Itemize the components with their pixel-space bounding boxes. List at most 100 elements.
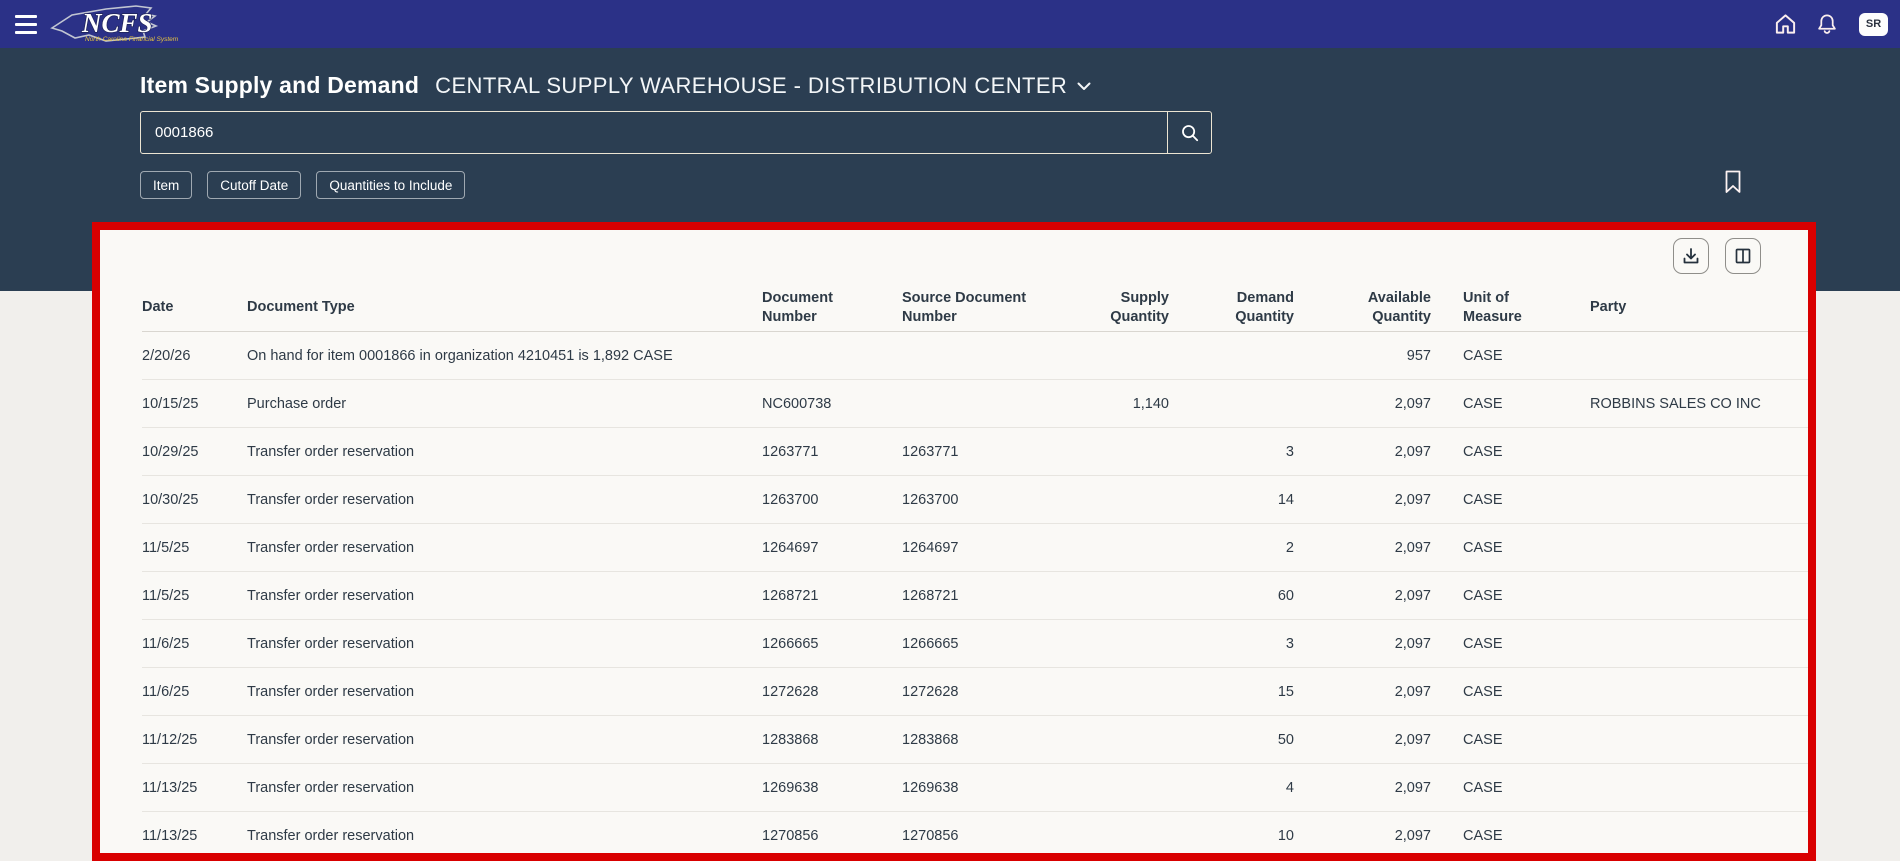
cell-document-number: 1269638 [762,780,902,796]
cell-date: 11/5/25 [142,540,247,556]
cell-available-quantity: 2,097 [1302,444,1439,460]
cell-available-quantity: 2,097 [1302,636,1439,652]
table-row[interactable]: 11/5/25 Transfer order reservation 12646… [142,524,1808,572]
cell-demand-quantity: 3 [1177,444,1302,460]
cell-source-document-number: 1263771 [902,444,1077,460]
download-icon [1681,246,1701,266]
cell-demand-quantity: 50 [1177,732,1302,748]
cell-source-document-number: 1268721 [902,588,1077,604]
org-name: CENTRAL SUPPLY WAREHOUSE - DISTRIBUTION … [435,73,1067,99]
table-row[interactable]: 10/29/25 Transfer order reservation 1263… [142,428,1808,476]
cell-available-quantity: 957 [1302,348,1439,364]
cell-document-type: Purchase order [247,396,762,412]
menu-button[interactable] [10,7,44,41]
search-box [140,111,1212,154]
cell-date: 11/12/25 [142,732,247,748]
cell-available-quantity: 2,097 [1302,684,1439,700]
home-button[interactable] [1767,6,1803,42]
cell-demand-quantity: 10 [1177,828,1302,844]
col-header-demand-quantity[interactable]: Demand Quantity [1177,289,1302,326]
table-row[interactable]: 11/6/25 Transfer order reservation 12666… [142,620,1808,668]
table-row[interactable]: 2/20/26 On hand for item 0001866 in orga… [142,332,1808,380]
cell-unit-of-measure: CASE [1439,348,1579,364]
cell-demand-quantity: 3 [1177,636,1302,652]
cell-unit-of-measure: CASE [1439,492,1579,508]
col-header-available-quantity[interactable]: Available Quantity [1302,289,1439,326]
col-header-party[interactable]: Party [1579,298,1808,317]
filter-cutoff-date[interactable]: Cutoff Date [207,171,301,199]
table-row[interactable]: 11/13/25 Transfer order reservation 1270… [142,812,1808,860]
cell-unit-of-measure: CASE [1439,588,1579,604]
cell-document-number: 1263700 [762,492,902,508]
cell-source-document-number: 1270856 [902,828,1077,844]
cell-document-type: Transfer order reservation [247,828,762,844]
cell-source-document-number: 1263700 [902,492,1077,508]
brand-name: NCFS [81,8,153,38]
search-button[interactable] [1167,112,1211,153]
table: Date Document Type Document Number Sourc… [100,284,1808,860]
cell-document-number: 1268721 [762,588,902,604]
table-row[interactable]: 11/6/25 Transfer order reservation 12726… [142,668,1808,716]
cell-available-quantity: 2,097 [1302,492,1439,508]
nc-state-outline-icon: NCFS North Carolina Financial System [48,1,182,47]
page-title: Item Supply and Demand [140,72,419,99]
table-row[interactable]: 11/13/25 Transfer order reservation 1269… [142,764,1808,812]
table-row[interactable]: 11/5/25 Transfer order reservation 12687… [142,572,1808,620]
cell-supply-quantity: 1,140 [1077,396,1177,412]
app-logo[interactable]: NCFS North Carolina Financial System [48,1,182,47]
filter-row: Item Cutoff Date Quantities to Include [140,171,1900,199]
col-header-document-number[interactable]: Document Number [762,289,902,326]
cell-document-type: Transfer order reservation [247,444,762,460]
table-row[interactable]: 10/30/25 Transfer order reservation 1263… [142,476,1808,524]
cell-document-number: NC600738 [762,396,902,412]
cell-document-number: 1263771 [762,444,902,460]
cell-demand-quantity: 14 [1177,492,1302,508]
manage-columns-button[interactable] [1725,238,1761,274]
org-selector[interactable]: CENTRAL SUPPLY WAREHOUSE - DISTRIBUTION … [435,73,1091,99]
col-header-date[interactable]: Date [142,298,247,317]
table-row[interactable]: 10/15/25 Purchase order NC600738 1,140 2… [142,380,1808,428]
bookmark-button[interactable] [1723,169,1747,195]
title-row: Item Supply and Demand CENTRAL SUPPLY WA… [140,48,1900,99]
cell-document-type: Transfer order reservation [247,492,762,508]
menu-icon [15,15,37,18]
cell-document-number: 1264697 [762,540,902,556]
cell-document-type: Transfer order reservation [247,636,762,652]
cell-available-quantity: 2,097 [1302,396,1439,412]
cell-document-type: Transfer order reservation [247,588,762,604]
notifications-button[interactable] [1809,6,1845,42]
cell-document-type: Transfer order reservation [247,732,762,748]
app-header: NCFS North Carolina Financial System SR [0,0,1900,48]
cell-source-document-number: 1283868 [902,732,1077,748]
filter-quantities-to-include[interactable]: Quantities to Include [316,171,465,199]
cell-document-type: Transfer order reservation [247,684,762,700]
search-input[interactable] [141,112,1167,153]
table-row[interactable]: 11/12/25 Transfer order reservation 1283… [142,716,1808,764]
cell-document-number: 1272628 [762,684,902,700]
cell-available-quantity: 2,097 [1302,828,1439,844]
cell-date: 2/20/26 [142,348,247,364]
home-icon [1774,13,1797,35]
col-header-document-type[interactable]: Document Type [247,298,762,317]
table-body: 2/20/26 On hand for item 0001866 in orga… [142,332,1808,860]
col-header-supply-quantity[interactable]: Supply Quantity [1077,289,1177,326]
cell-unit-of-measure: CASE [1439,396,1579,412]
manage-columns-icon [1733,246,1753,266]
download-button[interactable] [1673,238,1709,274]
cell-document-number: 1266665 [762,636,902,652]
col-header-unit-of-measure[interactable]: Unit of Measure [1439,289,1579,326]
cell-demand-quantity: 15 [1177,684,1302,700]
cell-unit-of-measure: CASE [1439,780,1579,796]
cell-source-document-number: 1272628 [902,684,1077,700]
brand-tagline: North Carolina Financial System [85,36,179,43]
results-table-card: Date Document Type Document Number Sourc… [92,222,1816,861]
user-avatar[interactable]: SR [1859,13,1888,36]
filter-item[interactable]: Item [140,171,192,199]
cell-source-document-number: 1264697 [902,540,1077,556]
cell-document-type: On hand for item 0001866 in organization… [247,348,762,364]
cell-unit-of-measure: CASE [1439,732,1579,748]
table-header: Date Document Type Document Number Sourc… [142,284,1808,332]
col-header-source-document-number[interactable]: Source Document Number [902,289,1077,326]
cell-date: 10/30/25 [142,492,247,508]
cell-unit-of-measure: CASE [1439,444,1579,460]
